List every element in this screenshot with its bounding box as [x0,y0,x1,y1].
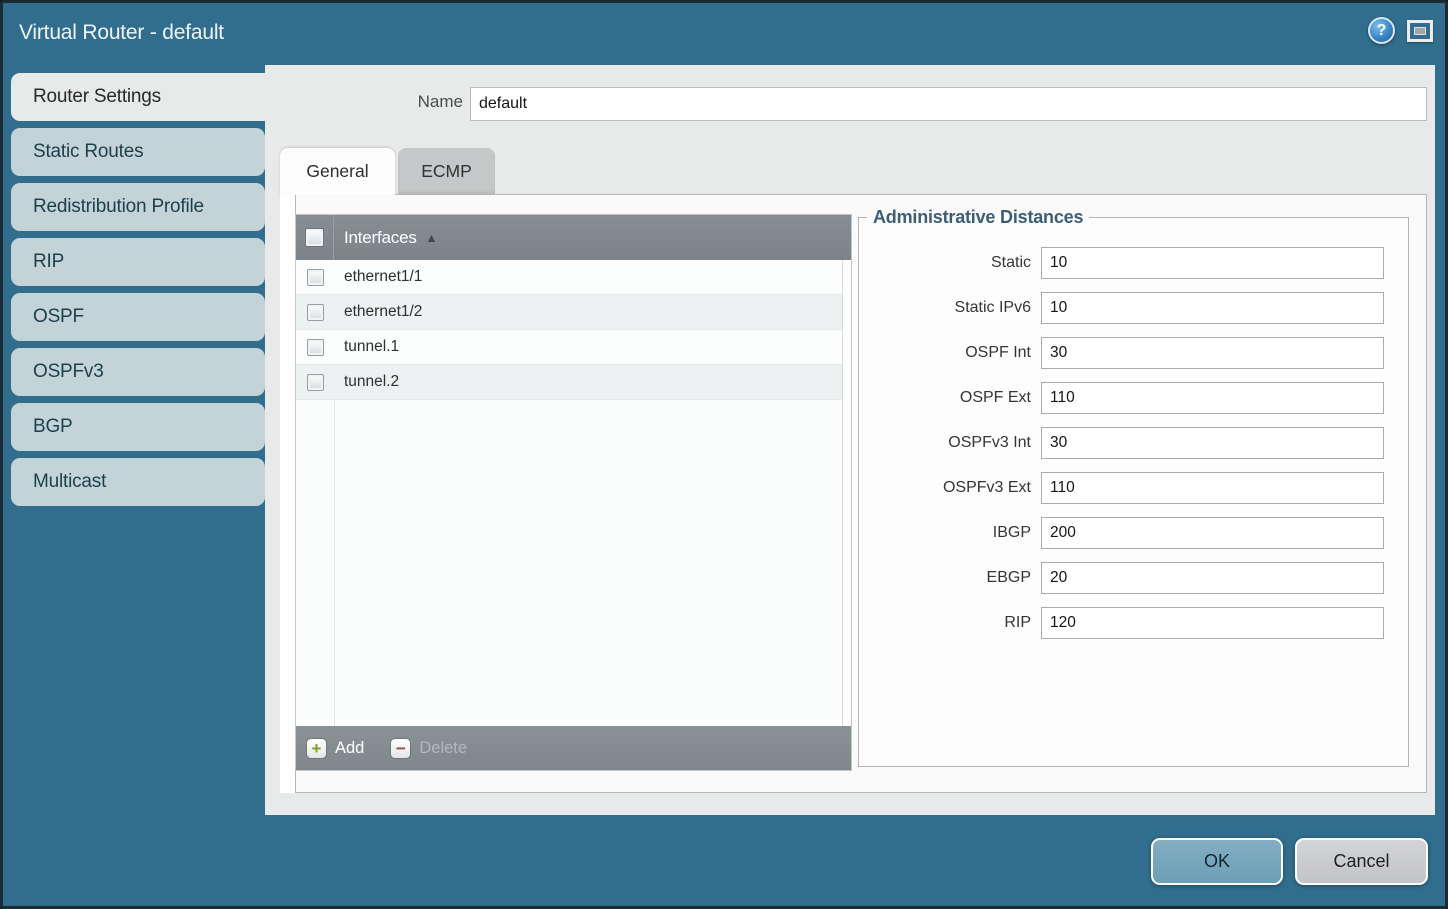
field-row-ebgp: EBGP [859,562,1408,594]
field-row-rip: RIP [859,607,1408,639]
table-row[interactable]: ethernet1/1 [296,260,851,295]
ebgp-input[interactable] [1041,562,1384,594]
interfaces-table-footer: + Add − Delete [296,726,851,770]
administrative-distances-fieldset: Administrative Distances Static Static I… [858,207,1409,767]
add-plus-icon: + [306,738,327,759]
ospfv3-int-input[interactable] [1041,427,1384,459]
select-all-checkbox[interactable] [305,228,324,247]
sidebar-item-multicast[interactable]: Multicast [11,458,265,506]
ibgp-input[interactable] [1041,517,1384,549]
row-checkbox[interactable] [307,269,324,286]
add-button-label: Add [335,739,364,758]
sidebar-item-ospf[interactable]: OSPF [11,293,265,341]
sidebar-item-rip[interactable]: RIP [11,238,265,286]
static-ipv6-input[interactable] [1041,292,1384,324]
name-input[interactable] [470,87,1427,121]
table-scrollbar[interactable] [842,260,851,726]
ebgp-label: EBGP [859,569,1041,587]
field-row-ospf-ext: OSPF Ext [859,382,1408,414]
field-row-ospf-int: OSPF Int [859,337,1408,369]
tab-ecmp[interactable]: ECMP [398,148,495,195]
interface-name: ethernet1/2 [344,303,422,321]
table-row[interactable]: tunnel.1 [296,330,851,365]
interface-name: ethernet1/1 [344,268,422,286]
ibgp-label: IBGP [859,524,1041,542]
dialog-titlebar: Virtual Router - default ? [3,3,1445,65]
interfaces-rows: ethernet1/1 ethernet1/2 tu [296,260,851,726]
delete-button[interactable]: − Delete [390,738,467,759]
ospfv3-int-label: OSPFv3 Int [859,434,1041,452]
delete-minus-icon: − [390,738,411,759]
titlebar-icons: ? [1368,17,1433,44]
help-icon[interactable]: ? [1368,17,1395,44]
row-checkbox-cell [296,374,334,391]
delete-button-label: Delete [419,739,467,758]
sidebar-item-bgp[interactable]: BGP [11,403,265,451]
interfaces-table-header: Interfaces ▲ [296,215,851,260]
ospf-int-label: OSPF Int [859,344,1041,362]
sidebar-item-redistribution-profile[interactable]: Redistribution Profile [11,183,265,231]
field-row-ibgp: IBGP [859,517,1408,549]
static-label: Static [859,254,1041,272]
ospf-ext-label: OSPF Ext [859,389,1041,407]
row-checkbox-cell [296,269,334,286]
cancel-button[interactable]: Cancel [1295,838,1428,885]
row-checkbox-cell [296,304,334,321]
table-row[interactable]: tunnel.2 [296,365,851,400]
ok-button[interactable]: OK [1151,838,1283,885]
sidebar: Router Settings Static Routes Redistribu… [11,73,273,513]
tab-general[interactable]: General [280,148,395,195]
field-row-ospfv3-int: OSPFv3 Int [859,427,1408,459]
ospf-int-input[interactable] [1041,337,1384,369]
window-icon-inner [1414,27,1426,35]
select-all-cell [296,215,334,260]
ospfv3-ext-input[interactable] [1041,472,1384,504]
window-icon[interactable] [1407,20,1433,42]
field-row-static-ipv6: Static IPv6 [859,292,1408,324]
virtual-router-dialog: Virtual Router - default ? Router Settin… [0,0,1448,909]
row-checkbox[interactable] [307,304,324,321]
name-label: Name [265,92,463,112]
interface-name: tunnel.1 [344,338,399,356]
static-ipv6-label: Static IPv6 [859,299,1041,317]
router-settings-panel: Name General ECMP Interfaces ▲ [265,65,1435,815]
sidebar-item-ospfv3[interactable]: OSPFv3 [11,348,265,396]
sidebar-item-router-settings[interactable]: Router Settings [11,73,273,121]
field-row-static: Static [859,247,1408,279]
field-row-ospfv3-ext: OSPFv3 Ext [859,472,1408,504]
rip-label: RIP [859,614,1041,632]
row-checkbox[interactable] [307,339,324,356]
static-input[interactable] [1041,247,1384,279]
administrative-distances-legend: Administrative Distances [867,207,1089,228]
row-checkbox[interactable] [307,374,324,391]
dialog-title: Virtual Router - default [19,21,224,45]
table-row[interactable]: ethernet1/2 [296,295,851,330]
sort-ascending-icon[interactable]: ▲ [426,231,438,245]
ospf-ext-input[interactable] [1041,382,1384,414]
interfaces-table: Interfaces ▲ ethernet1/1 [295,214,852,771]
sidebar-item-static-routes[interactable]: Static Routes [11,128,265,176]
general-tab-wrapper: Interfaces ▲ ethernet1/1 [280,194,1427,793]
rip-input[interactable] [1041,607,1384,639]
add-button[interactable]: + Add [306,738,364,759]
row-checkbox-cell [296,339,334,356]
ospfv3-ext-label: OSPFv3 Ext [859,479,1041,497]
interface-name: tunnel.2 [344,373,399,391]
interfaces-column-header[interactable]: Interfaces [344,228,417,248]
general-tab-panel: Interfaces ▲ ethernet1/1 [295,194,1427,793]
